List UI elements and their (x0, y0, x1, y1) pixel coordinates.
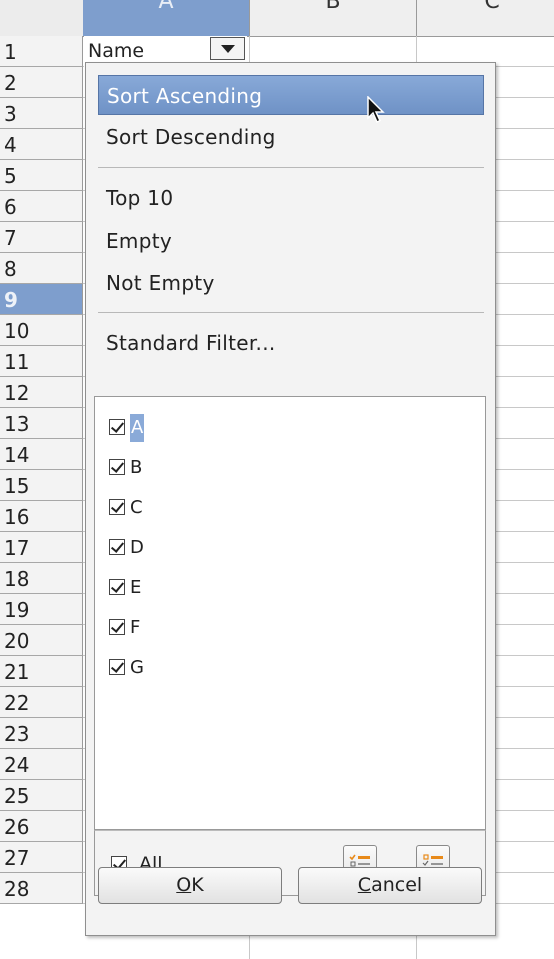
menu-top-10[interactable]: Top 10 (98, 178, 484, 218)
cancel-label: ancel (371, 874, 423, 896)
row-header-13[interactable]: 13 (0, 408, 83, 439)
row-header-4[interactable]: 4 (0, 129, 83, 160)
cancel-mnemonic: C (357, 874, 372, 896)
row-header-28[interactable]: 28 (0, 873, 83, 904)
row-header-10[interactable]: 10 (0, 315, 83, 346)
filter-value-label: G (130, 657, 144, 678)
filter-value-label: D (130, 537, 144, 558)
row-header-20[interactable]: 20 (0, 625, 83, 656)
row-header-1[interactable]: 1 (0, 36, 83, 67)
row-header-21[interactable]: 21 (0, 656, 83, 687)
row-header-11[interactable]: 11 (0, 346, 83, 377)
row-header-19[interactable]: 19 (0, 594, 83, 625)
row-header-22[interactable]: 22 (0, 687, 83, 718)
menu-empty[interactable]: Empty (98, 221, 484, 261)
row-header-16[interactable]: 16 (0, 501, 83, 532)
row-header-5[interactable]: 5 (0, 160, 83, 191)
menu-sort-descending[interactable]: Sort Descending (98, 117, 484, 157)
column-header-bar: A B C (0, 0, 554, 37)
row-header-3[interactable]: 3 (0, 98, 83, 129)
row-header-15[interactable]: 15 (0, 470, 83, 501)
checkbox[interactable] (109, 619, 125, 635)
checkbox[interactable] (109, 419, 125, 435)
filter-value-list[interactable]: A B C D E F G (94, 396, 486, 830)
row-header-7[interactable]: 7 (0, 222, 83, 253)
row-header-25[interactable]: 25 (0, 780, 83, 811)
row-header-6[interactable]: 6 (0, 191, 83, 222)
checkbox[interactable] (109, 659, 125, 675)
column-header-a[interactable]: A (83, 0, 250, 36)
filter-value-label: C (130, 497, 143, 518)
ok-button[interactable]: OK (98, 867, 282, 904)
autofilter-popup: Sort Ascending Sort Descending Top 10 Em… (85, 62, 496, 936)
column-header-b[interactable]: B (250, 0, 417, 36)
select-all-corner[interactable] (0, 0, 84, 36)
row-header-8[interactable]: 8 (0, 253, 83, 284)
row-header-24[interactable]: 24 (0, 749, 83, 780)
checkbox[interactable] (109, 499, 125, 515)
ok-mnemonic: O (176, 874, 192, 896)
filter-value-label: A (130, 414, 145, 442)
filter-value-label: B (130, 457, 143, 478)
row-header-23[interactable]: 23 (0, 718, 83, 749)
row-header-12[interactable]: 12 (0, 377, 83, 408)
menu-not-empty[interactable]: Not Empty (98, 263, 484, 303)
row-header-14[interactable]: 14 (0, 439, 83, 470)
column-header-c[interactable]: C (417, 0, 554, 36)
mouse-cursor-icon (367, 95, 389, 130)
checkbox[interactable] (109, 539, 125, 555)
checkbox[interactable] (109, 459, 125, 475)
menu-standard-filter[interactable]: Standard Filter... (98, 323, 484, 363)
filter-value-label: F (130, 617, 141, 638)
row-header-27[interactable]: 27 (0, 842, 83, 873)
row-header-2[interactable]: 2 (0, 67, 83, 98)
row-header-17[interactable]: 17 (0, 532, 83, 563)
menu-separator (98, 167, 484, 168)
checkbox[interactable] (109, 579, 125, 595)
row-header-26[interactable]: 26 (0, 811, 83, 842)
row-header-9[interactable]: 9 (0, 284, 83, 315)
menu-separator (98, 312, 484, 313)
row-header-18[interactable]: 18 (0, 563, 83, 594)
cancel-button[interactable]: Cancel (298, 867, 482, 904)
autofilter-dropdown-button[interactable] (210, 37, 245, 60)
filter-value-label: E (130, 577, 142, 598)
ok-label: K (191, 874, 204, 896)
menu-sort-ascending[interactable]: Sort Ascending (98, 75, 484, 115)
